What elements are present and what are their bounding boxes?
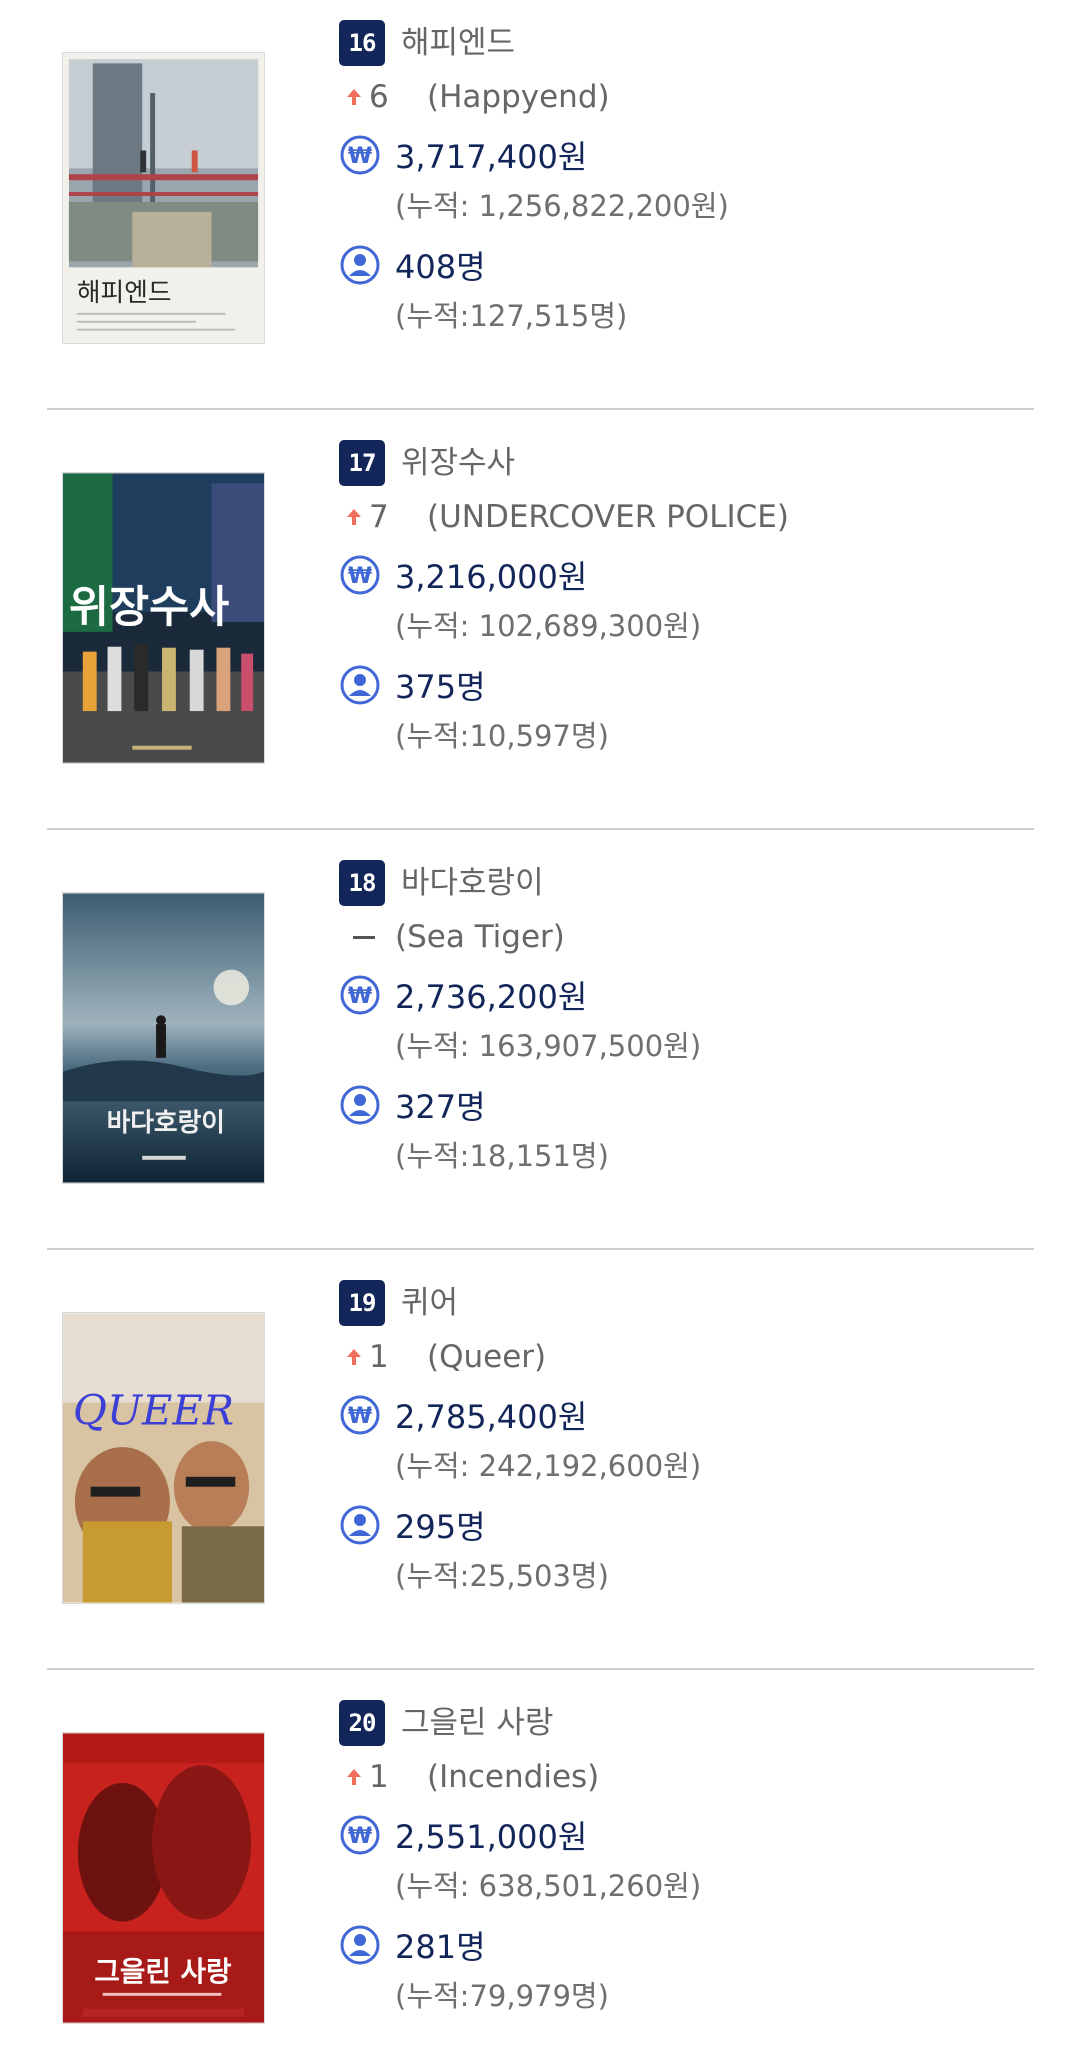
poster-undercover-police-image: 위장수사 [63,473,264,763]
cumulative-sales: (누적: 1,256,822,200원) [395,189,729,223]
movie-title-korean[interactable]: 퀴어 [401,1282,458,1324]
movie-item[interactable]: QUEER 19 퀴어 1 (Queer) ₩ 2,785,400원 (누적: … [0,1260,1078,1678]
movie-info: 19 퀴어 1 (Queer) ₩ 2,785,400원 (누적: 242,19… [339,1260,1039,1660]
rank-change-value: 1 [369,1339,389,1375]
movie-poster[interactable]: QUEER [62,1312,265,1604]
box-office-list: 해피엔드 16 해피엔드 6 (Happyend) ₩ 3,717,400원 (… [0,0,1078,2070]
won-icon: ₩ [340,135,380,175]
daily-audience: 295명 [395,1508,486,1546]
cumulative-audience: (누적:10,597명) [395,719,609,753]
daily-sales: 2,736,200원 [395,978,588,1016]
daily-sales: 3,216,000원 [395,558,588,596]
cumulative-sales: (누적: 242,192,600원) [395,1449,702,1483]
cumulative-audience: (누적:18,151명) [395,1139,609,1173]
poster-happyend-image: 해피엔드 [63,53,264,343]
person-icon [340,245,380,285]
daily-audience: 375명 [395,668,486,706]
movie-poster[interactable]: 바다호랑이 [62,892,265,1184]
movie-title-english: (Incendies) [427,1759,600,1795]
rank-change: 1 [343,1336,389,1378]
rank-badge: 17 [339,440,385,486]
movie-info: 16 해피엔드 6 (Happyend) ₩ 3,717,400원 (누적: 1… [339,0,1039,400]
movie-title-korean[interactable]: 해피엔드 [401,22,515,64]
won-icon: ₩ [340,1395,380,1435]
person-icon [340,1085,380,1125]
rank-change [343,916,381,958]
svg-text:₩: ₩ [348,144,372,169]
poster-queer-image: QUEER [63,1313,264,1603]
svg-text:₩: ₩ [348,564,372,589]
won-icon: ₩ [340,1815,380,1855]
arrow-up-icon [347,1769,361,1785]
won-icon: ₩ [340,555,380,595]
movie-info: 20 그을린 사랑 1 (Incendies) ₩ 2,551,000원 (누적… [339,1680,1039,2070]
rank-badge: 18 [339,860,385,906]
divider [47,1668,1034,1670]
movie-title-english: (UNDERCOVER POLICE) [427,499,789,535]
poster-title-text: QUEER [73,1385,234,1434]
person-icon [340,1925,380,1965]
arrow-up-icon [347,509,361,525]
cumulative-sales: (누적: 163,907,500원) [395,1029,702,1063]
divider [47,408,1034,410]
movie-title-korean[interactable]: 바다호랑이 [401,862,544,904]
movie-poster[interactable]: 그을린 사랑 [62,1732,265,2024]
svg-text:₩: ₩ [348,984,372,1009]
arrow-up-icon [347,89,361,105]
rank-change-value: 7 [369,499,389,535]
won-icon: ₩ [340,975,380,1015]
movie-title-korean[interactable]: 그을린 사랑 [401,1702,553,1744]
movie-item[interactable]: 바다호랑이 18 바다호랑이 (Sea Tiger) ₩ 2,736,200원 … [0,840,1078,1258]
movie-title-english: (Queer) [427,1339,547,1375]
movie-info: 17 위장수사 7 (UNDERCOVER POLICE) ₩ 3,216,00… [339,420,1039,820]
person-icon [340,1505,380,1545]
rank-badge: 19 [339,1280,385,1326]
daily-sales: 3,717,400원 [395,138,588,176]
daily-audience: 281명 [395,1928,486,1966]
poster-title-text: 그을린 사랑 [94,1955,232,1988]
rank-badge: 20 [339,1700,385,1746]
rank-change-value: 1 [369,1759,389,1795]
svg-text:₩: ₩ [348,1824,372,1849]
movie-item[interactable]: 해피엔드 16 해피엔드 6 (Happyend) ₩ 3,717,400원 (… [0,0,1078,418]
arrow-up-icon [347,1349,361,1365]
cumulative-sales: (누적: 638,501,260원) [395,1869,702,1903]
rank-change: 6 [343,76,389,118]
divider [47,828,1034,830]
daily-audience: 327명 [395,1088,486,1126]
movie-title-english: (Sea Tiger) [395,919,565,955]
poster-incendies-image: 그을린 사랑 [63,1733,264,2023]
poster-title-text: 바다호랑이 [107,1108,225,1138]
no-change-dash-icon [353,935,375,939]
daily-audience: 408명 [395,248,486,286]
movie-poster[interactable]: 위장수사 [62,472,265,764]
cumulative-audience: (누적:127,515명) [395,299,628,333]
movie-poster[interactable]: 해피엔드 [62,52,265,344]
movie-item[interactable]: 그을린 사랑 20 그을린 사랑 1 (Incendies) ₩ 2,551,0… [0,1680,1078,2070]
movie-title-korean[interactable]: 위장수사 [401,442,515,484]
poster-sea-tiger-image: 바다호랑이 [63,893,264,1183]
movie-item[interactable]: 위장수사 17 위장수사 7 (UNDERCOVER POLICE) ₩ 3,2… [0,420,1078,838]
movie-title-english: (Happyend) [427,79,610,115]
movie-info: 18 바다호랑이 (Sea Tiger) ₩ 2,736,200원 (누적: 1… [339,840,1039,1240]
rank-change: 7 [343,496,389,538]
divider [47,1248,1034,1250]
poster-title-text: 해피엔드 [77,278,172,308]
cumulative-audience: (누적:79,979명) [395,1979,609,2013]
person-icon [340,665,380,705]
rank-badge: 16 [339,20,385,66]
cumulative-sales: (누적: 102,689,300원) [395,609,702,643]
rank-change-value: 6 [369,79,389,115]
rank-change: 1 [343,1756,389,1798]
poster-title-text: 위장수사 [69,583,229,633]
daily-sales: 2,785,400원 [395,1398,588,1436]
svg-text:₩: ₩ [348,1404,372,1429]
cumulative-audience: (누적:25,503명) [395,1559,609,1593]
daily-sales: 2,551,000원 [395,1818,588,1856]
